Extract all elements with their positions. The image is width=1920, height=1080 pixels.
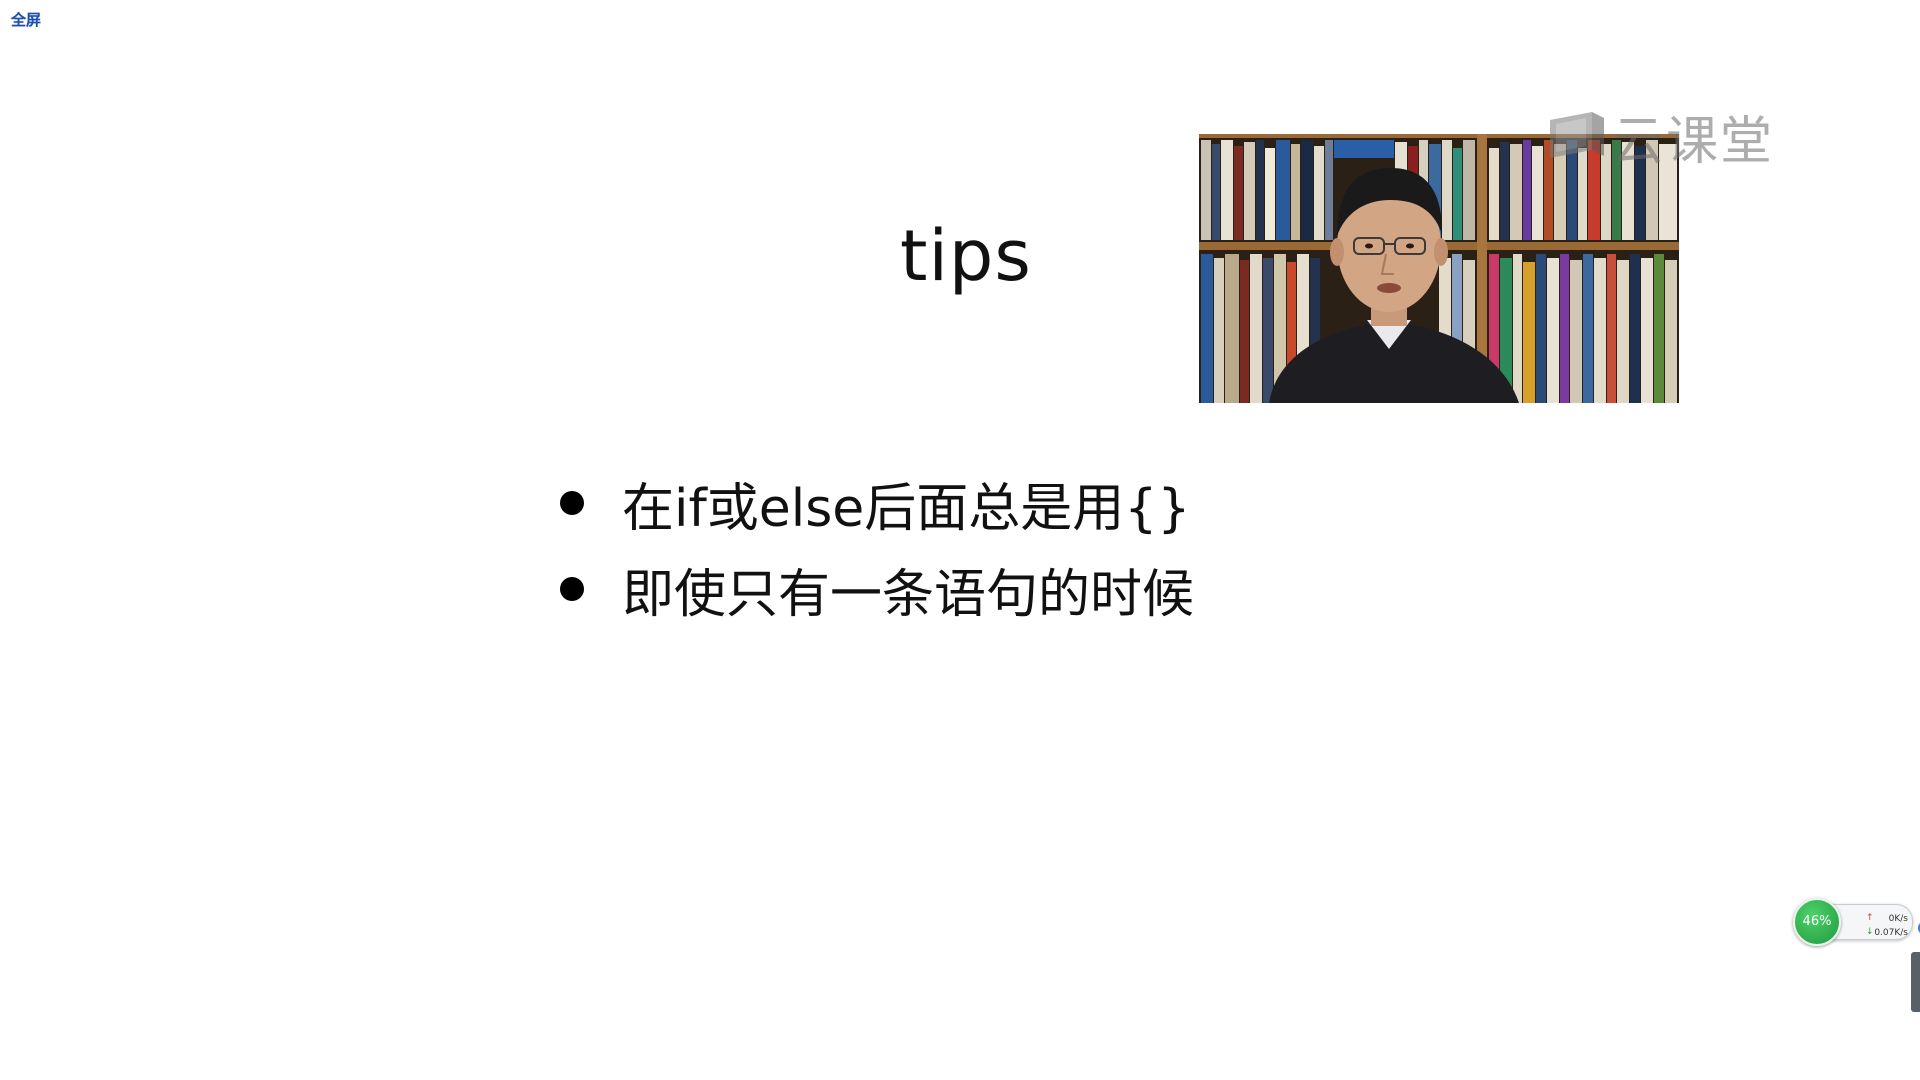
cloud-classroom-logo-icon bbox=[1550, 112, 1604, 158]
bullet-dot-icon bbox=[560, 491, 584, 515]
fullscreen-button[interactable]: 全屏 bbox=[9, 10, 43, 30]
screen: 全屏 tips 在if或else后面总是用{} 即使只有一条语句的时候 云课堂 … bbox=[0, 0, 1920, 1080]
network-monitor[interactable]: ↑ 0K/s ↓ 0.07K/s + 46% bbox=[1793, 898, 1920, 946]
upload-speed: 0K/s bbox=[1888, 914, 1908, 924]
watermark-text: 云课堂 bbox=[1612, 111, 1775, 172]
bookshelf-background bbox=[1199, 134, 1679, 403]
bullet-item: 在if或else后面总是用{} bbox=[555, 460, 1194, 546]
download-speed: 0.07K/s bbox=[1874, 928, 1908, 938]
presenter-video bbox=[1199, 134, 1679, 403]
memory-usage-badge[interactable]: 46% bbox=[1793, 898, 1841, 946]
watermark: 云课堂 bbox=[1548, 106, 1774, 172]
edge-scroll-handle[interactable] bbox=[1911, 952, 1920, 1012]
bullet-list: 在if或else后面总是用{} 即使只有一条语句的时候 bbox=[555, 460, 1194, 632]
bullet-text: 即使只有一条语句的时候 bbox=[622, 564, 1195, 625]
bullet-item: 即使只有一条语句的时候 bbox=[555, 546, 1194, 632]
bullet-text: 在if或else后面总是用{} bbox=[622, 478, 1191, 539]
bullet-dot-icon bbox=[560, 577, 584, 601]
slide-title: tips bbox=[900, 215, 1032, 297]
